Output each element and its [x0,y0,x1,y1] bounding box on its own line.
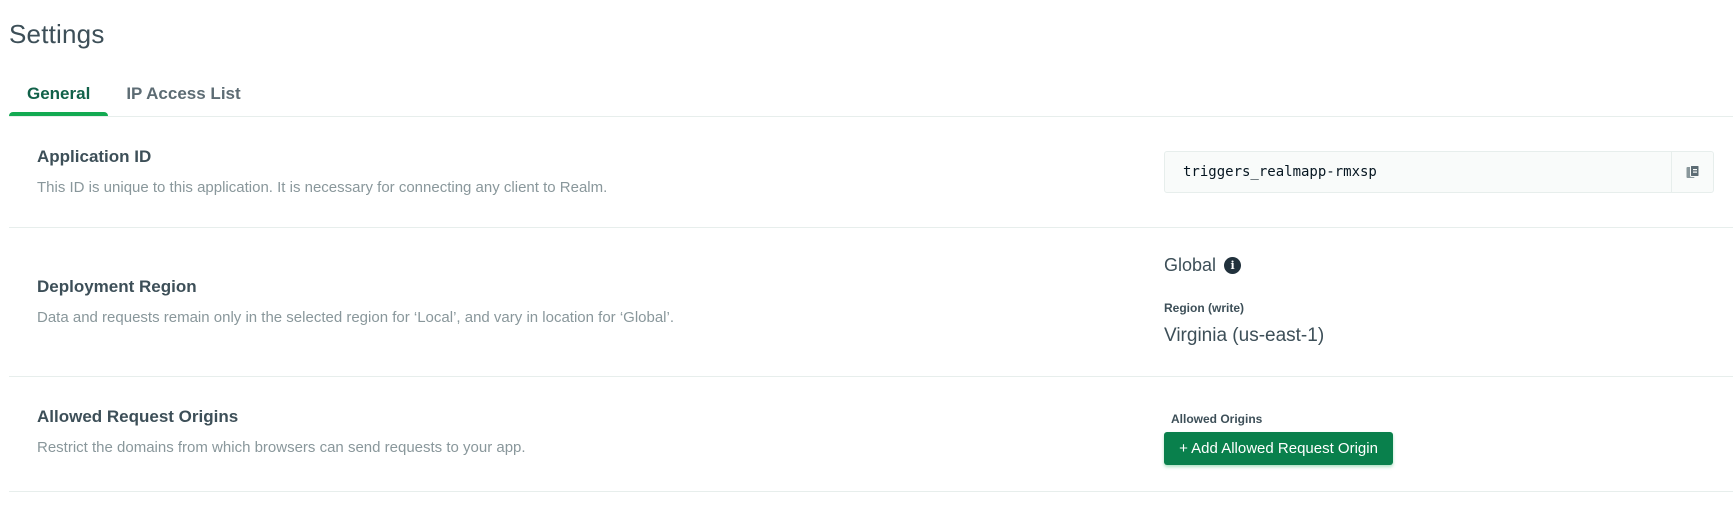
deployment-region-description: Data and requests remain only in the sel… [37,309,675,326]
copy-icon [1686,165,1699,178]
region-value: Virginia (us-east-1) [1164,325,1325,346]
allowed-origins-label: Allowed Origins [1171,412,1263,426]
application-id-field: triggers_realmapp-rmxsp [1164,151,1714,193]
application-id-title: Application ID [37,147,152,166]
application-id-description: This ID is unique to this application. I… [37,179,608,196]
allowed-origins-description: Restrict the domains from which browsers… [37,439,526,456]
settings-tabs: General IP Access List [9,72,259,116]
info-icon[interactable]: i [1224,257,1242,274]
deployment-model-value: Global [1164,255,1217,275]
allowed-origins-section: Allowed Request Origins Restrict the dom… [9,377,1733,492]
tab-ip-access-list[interactable]: IP Access List [108,72,258,116]
region-label: Region (write) [1164,301,1244,315]
settings-page: Settings General IP Access List Applicat… [0,0,1733,531]
add-allowed-origin-button[interactable]: + Add Allowed Request Origin [1164,432,1393,465]
application-id-value[interactable]: triggers_realmapp-rmxsp [1165,152,1671,192]
allowed-origins-title: Allowed Request Origins [37,407,239,426]
deployment-region-title: Deployment Region [37,277,197,296]
tab-general[interactable]: General [9,72,109,116]
page-title: Settings [9,19,105,49]
copy-button[interactable] [1671,152,1713,192]
deployment-model: Global i [1164,255,1242,276]
deployment-region-section: Deployment Region Data and requests rema… [9,228,1733,377]
